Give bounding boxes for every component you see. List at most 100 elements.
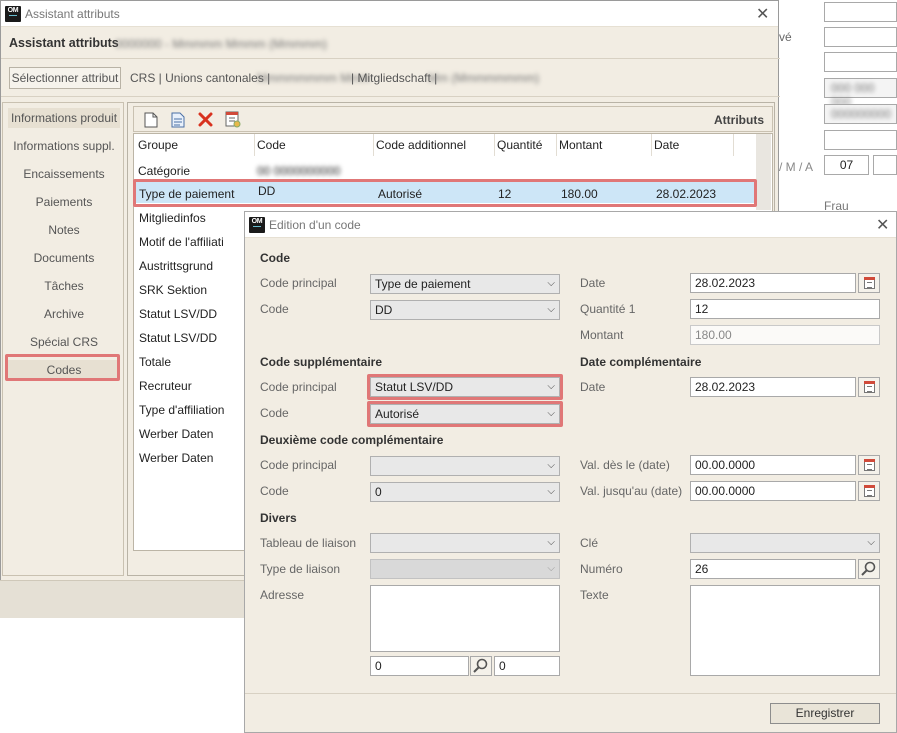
type-liaison-label: Type de liaison — [260, 562, 341, 576]
delete-icon[interactable] — [198, 112, 213, 127]
deux-code-select[interactable]: 0 ⌵ — [370, 482, 560, 502]
calendar-icon[interactable] — [858, 377, 880, 397]
numero-input[interactable]: 26 — [690, 559, 856, 579]
context-line-2: | Mitgliedschaft | — [351, 71, 438, 85]
val-des-input[interactable]: 00.00.0000 — [690, 455, 856, 475]
supp-code-label: Code — [260, 406, 289, 420]
type-liaison-select[interactable]: ⌵ — [370, 559, 560, 579]
nav-item-documents[interactable]: Documents — [8, 248, 120, 268]
supp-code-principal-select[interactable]: Statut LSV/DD ⌵ — [370, 377, 560, 397]
cle-select[interactable]: ⌵ — [690, 533, 880, 553]
search-icon[interactable] — [470, 656, 492, 676]
column-header-code-additionnel[interactable]: Code additionnel — [376, 138, 466, 152]
attributes-toolbar: Attributs — [133, 106, 773, 132]
table-cell-montant[interactable]: 180.00 — [561, 187, 598, 201]
edit-document-icon[interactable] — [171, 112, 185, 128]
bg-date-month[interactable] — [873, 155, 897, 175]
deux-code-principal-select[interactable]: ⌵ — [370, 456, 560, 476]
chevron-down-icon: ⌵ — [547, 537, 555, 548]
quantite-label: Quantité 1 — [580, 302, 636, 316]
code-principal-select[interactable]: Type de paiement ⌵ — [370, 274, 560, 294]
table-row[interactable]: SRK Sektion — [139, 283, 207, 297]
table-cell-code-additionnel[interactable]: Autorisé — [378, 187, 422, 201]
calendar-icon[interactable] — [858, 273, 880, 293]
table-row[interactable]: Austrittsgrund — [139, 259, 213, 273]
table-row[interactable]: Recruteur — [139, 379, 192, 393]
table-row[interactable]: Motif de l'affiliati — [139, 235, 224, 249]
column-header-montant[interactable]: Montant — [559, 138, 602, 152]
val-des-label: Val. dès le (date) — [580, 458, 670, 472]
adresse-number2-input[interactable]: 0 — [494, 656, 560, 676]
calendar-report-icon[interactable] — [225, 111, 241, 128]
calendar-icon[interactable] — [858, 481, 880, 501]
column-header-groupe[interactable]: Groupe — [138, 138, 178, 152]
nav-item-paiements[interactable]: Paiements — [8, 192, 120, 212]
nav-item-archive[interactable]: Archive — [8, 304, 120, 324]
column-divider — [254, 134, 255, 156]
bg-field-1[interactable] — [824, 2, 897, 22]
calendar-icon[interactable] — [858, 455, 880, 475]
deux-code-label: Code — [260, 484, 289, 498]
texte-label: Texte — [580, 588, 609, 602]
column-divider — [556, 134, 557, 156]
table-row[interactable]: Statut LSV/DD — [139, 331, 217, 345]
close-icon[interactable]: ✕ — [756, 4, 769, 24]
nav-item-informations-produit[interactable]: Informations produit — [8, 108, 120, 128]
bg-field-4[interactable]: 000 000 000 — [824, 78, 897, 109]
bg-field-2[interactable] — [824, 27, 897, 47]
bg-field-5[interactable]: 000000000 — [824, 104, 897, 124]
nav-item-notes[interactable]: Notes — [8, 220, 120, 240]
select-attribute-button[interactable]: Sélectionner attribut — [9, 67, 121, 89]
column-header-code[interactable]: Code — [257, 138, 286, 152]
column-divider — [494, 134, 495, 156]
nav-item-codes[interactable]: Codes — [8, 360, 120, 380]
toolbar-divider — [1, 96, 780, 97]
table-row[interactable]: Werber Daten — [139, 427, 213, 441]
quantite-input[interactable]: 12 — [690, 299, 880, 319]
chevron-down-icon: ⌵ — [547, 381, 555, 392]
deux-code-principal-label: Code principal — [260, 458, 337, 472]
save-button[interactable]: Enregistrer — [770, 703, 880, 724]
nav-item-encaissements[interactable]: Encaissements — [8, 164, 120, 184]
date-comp-input[interactable]: 28.02.2023 — [690, 377, 856, 397]
table-row[interactable]: Mitgliedinfos — [139, 211, 206, 225]
table-row[interactable]: Werber Daten — [139, 451, 213, 465]
section-deuxieme-code: Deuxième code complémentaire — [260, 433, 444, 447]
nav-item-informations-suppl[interactable]: Informations suppl. — [8, 136, 120, 156]
table-row[interactable]: Statut LSV/DD — [139, 307, 217, 321]
bg-date-day[interactable]: 07 — [824, 155, 869, 175]
table-cell-quantite[interactable]: 12 — [498, 187, 511, 201]
section-divers: Divers — [260, 511, 297, 525]
column-header-date[interactable]: Date — [654, 138, 679, 152]
table-row-categorie[interactable]: Catégorie — [138, 164, 190, 178]
date-input[interactable]: 28.02.2023 — [690, 273, 856, 293]
adresse-textarea[interactable] — [370, 585, 560, 652]
supp-code-select[interactable]: Autorisé ⌵ — [370, 404, 560, 424]
table-cell-date[interactable]: 28.02.2023 — [656, 187, 716, 201]
tableau-liaison-select[interactable]: ⌵ — [370, 533, 560, 553]
table-row[interactable]: Type d'affiliation — [139, 403, 224, 417]
montant-input[interactable]: 180.00 — [690, 325, 880, 345]
close-icon[interactable]: ✕ — [876, 215, 889, 235]
table-cell-code[interactable]: DD — [258, 184, 275, 198]
column-divider — [373, 134, 374, 156]
nav-item-taches[interactable]: Tâches — [8, 276, 120, 296]
numero-label: Numéro — [580, 562, 623, 576]
bg-field-3[interactable] — [824, 52, 897, 72]
texte-textarea[interactable] — [690, 585, 880, 676]
code-label: Code — [260, 302, 289, 316]
nav-item-special-crs[interactable]: Spécial CRS — [8, 332, 120, 352]
column-header-quantite[interactable]: Quantité — [497, 138, 542, 152]
table-row[interactable]: Totale — [139, 355, 171, 369]
val-jusqu-input[interactable]: 00.00.0000 — [690, 481, 856, 501]
attributes-toolbar-title: Attributs — [714, 113, 764, 127]
adresse-number-input[interactable]: 0 — [370, 656, 469, 676]
table-cell-groupe[interactable]: Type de paiement — [139, 187, 234, 201]
new-document-icon[interactable] — [144, 112, 158, 128]
bg-field-6[interactable] — [824, 130, 897, 150]
chevron-down-icon: ⌵ — [547, 304, 555, 315]
grid-scrollbar[interactable] — [756, 134, 771, 210]
code-select[interactable]: DD ⌵ — [370, 300, 560, 320]
search-icon[interactable] — [858, 559, 880, 579]
adresse-label: Adresse — [260, 588, 305, 602]
